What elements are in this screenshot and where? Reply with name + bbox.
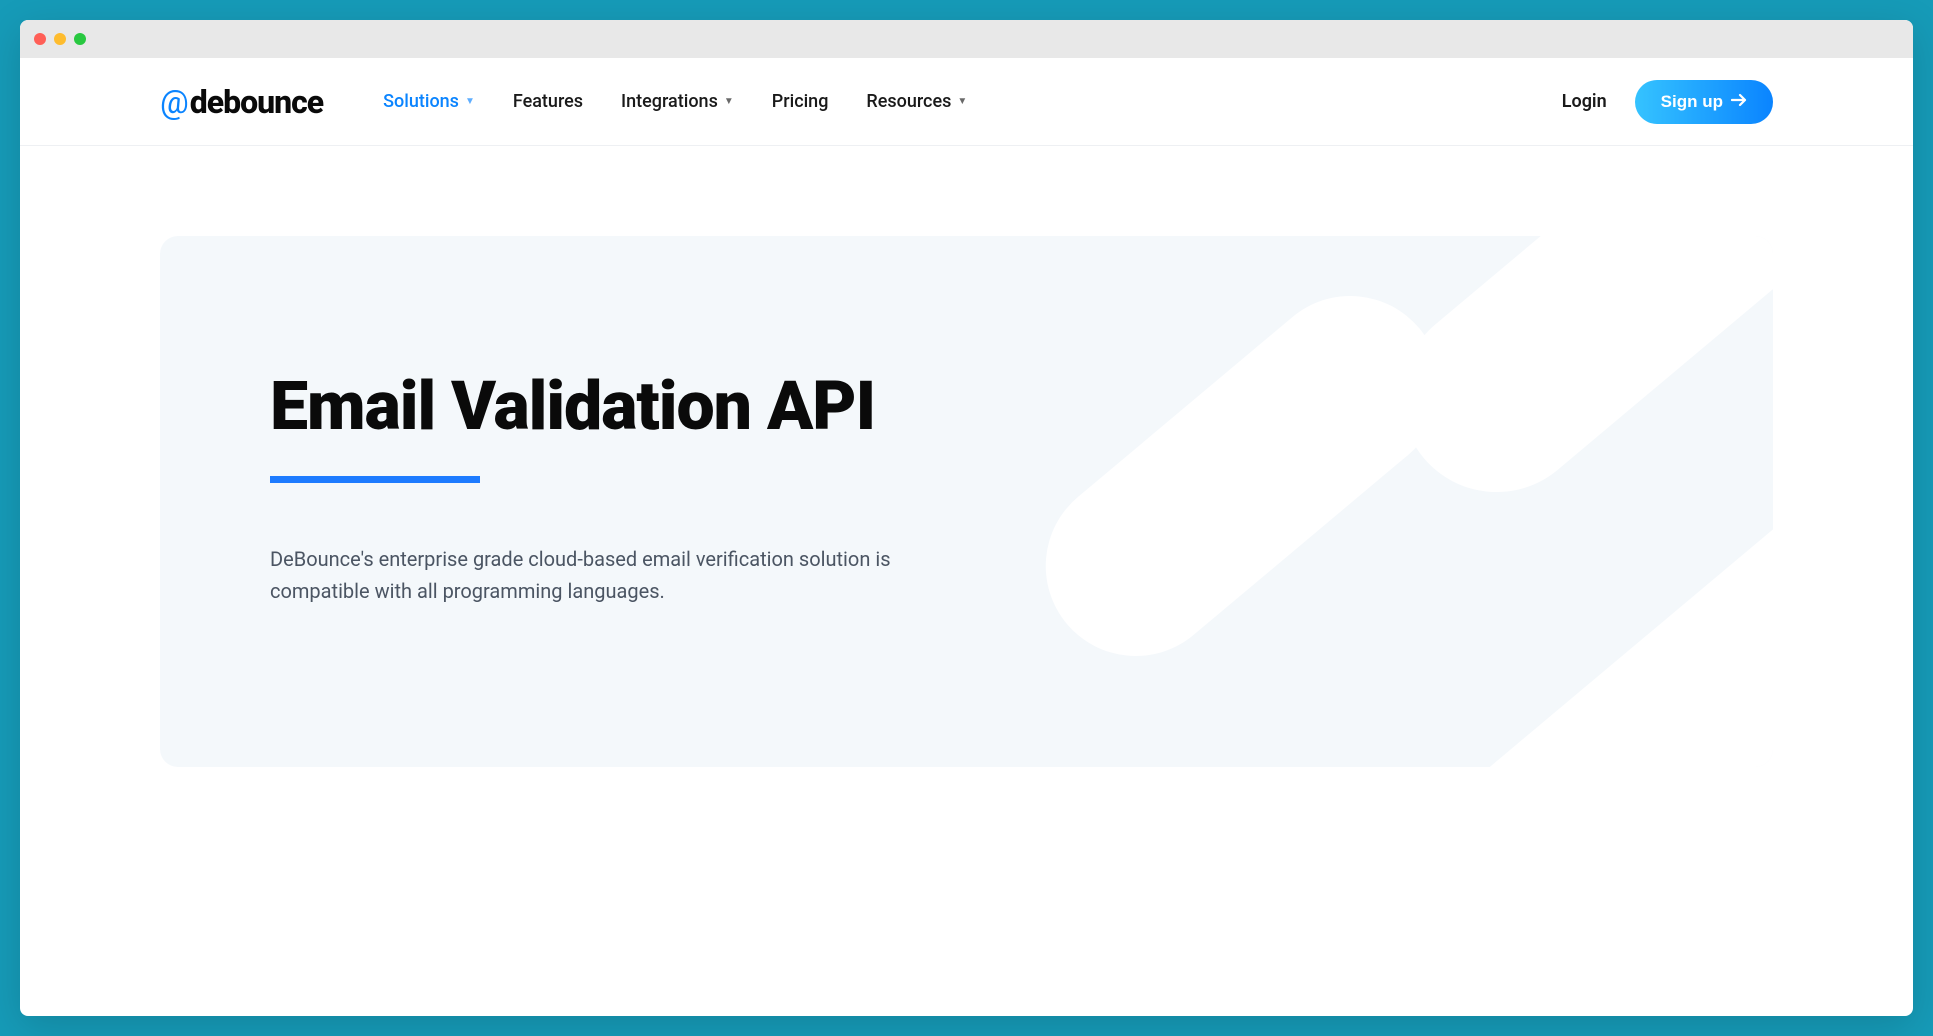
nav-features-label: Features [513, 91, 583, 112]
nav-integrations[interactable]: Integrations ▼ [621, 91, 734, 112]
chevron-down-icon: ▼ [724, 96, 734, 107]
nav-integrations-label: Integrations [621, 91, 718, 112]
login-link[interactable]: Login [1562, 91, 1607, 112]
hero-shape-icon [1384, 445, 1773, 767]
browser-window: @ debounce Solutions ▼ Features Integrat… [20, 20, 1913, 1016]
nav-solutions-label: Solutions [383, 91, 459, 112]
chevron-down-icon: ▼ [957, 96, 967, 107]
minimize-window-icon[interactable] [54, 33, 66, 45]
hero-decorative-shapes [160, 236, 1773, 767]
main-nav: Solutions ▼ Features Integrations ▼ Pric… [383, 91, 967, 112]
logo-at-icon: @ [160, 83, 188, 121]
chevron-down-icon: ▼ [465, 96, 475, 107]
site-header: @ debounce Solutions ▼ Features Integrat… [20, 58, 1913, 146]
header-right: Login Sign up [1562, 80, 1773, 124]
nav-resources[interactable]: Resources ▼ [866, 91, 967, 112]
hero-description: DeBounce's enterprise grade cloud-based … [270, 543, 910, 607]
nav-solutions[interactable]: Solutions ▼ [383, 91, 475, 112]
signup-label: Sign up [1661, 92, 1723, 112]
hero-shape-icon [1009, 259, 1477, 693]
header-left: @ debounce Solutions ▼ Features Integrat… [160, 83, 967, 121]
signup-button[interactable]: Sign up [1635, 80, 1773, 124]
nav-resources-label: Resources [866, 91, 951, 112]
maximize-window-icon[interactable] [74, 33, 86, 45]
logo-text: debounce [190, 83, 323, 121]
browser-chrome [20, 20, 1913, 58]
logo[interactable]: @ debounce [160, 83, 323, 121]
close-window-icon[interactable] [34, 33, 46, 45]
title-underline [270, 476, 480, 483]
page-title: Email Validation API [270, 366, 1663, 446]
hero-section: Email Validation API DeBounce's enterpri… [160, 236, 1773, 767]
nav-pricing-label: Pricing [772, 91, 829, 112]
nav-features[interactable]: Features [513, 91, 583, 112]
arrow-right-icon [1731, 92, 1747, 112]
nav-pricing[interactable]: Pricing [772, 91, 829, 112]
